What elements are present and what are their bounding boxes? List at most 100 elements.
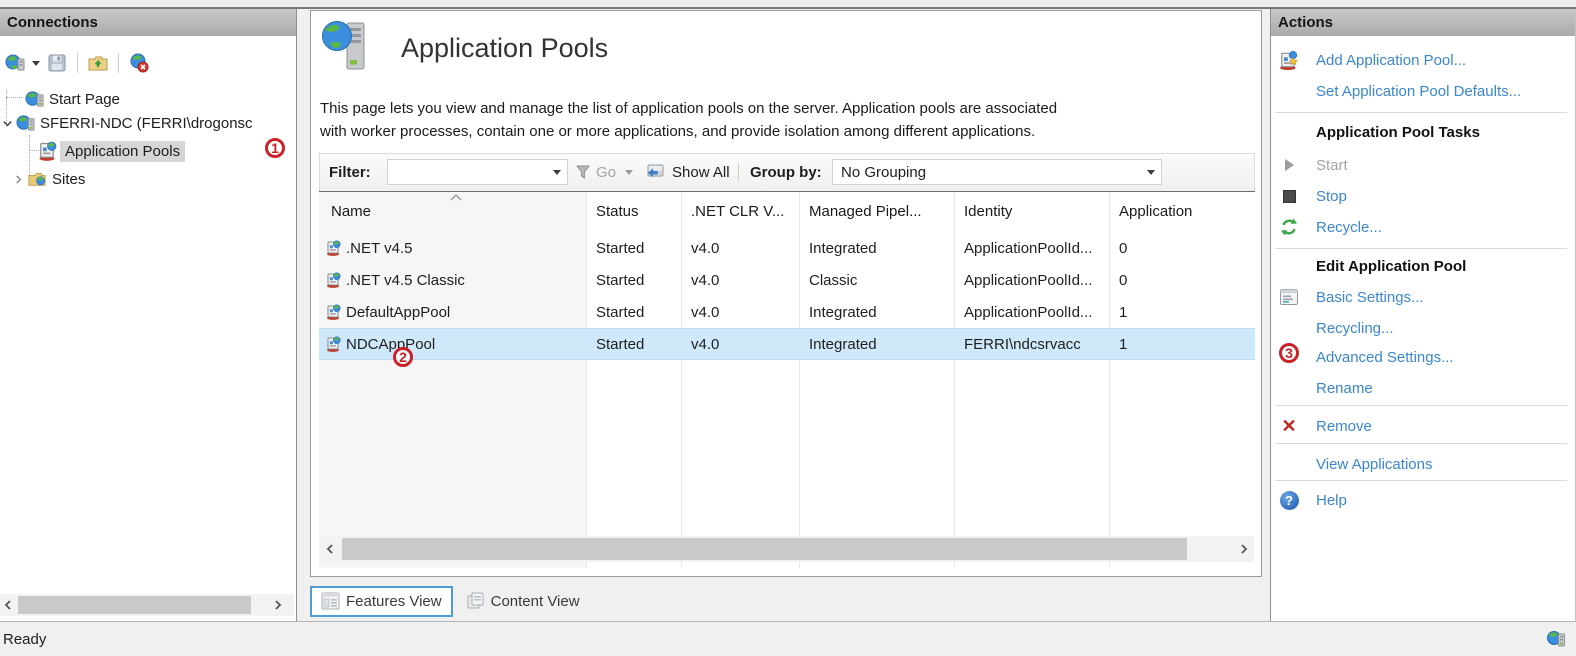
scroll-left-arrow[interactable] <box>0 594 16 616</box>
delete-connection-button[interactable] <box>126 50 152 76</box>
tab-label: Content View <box>491 593 580 610</box>
column-header-status[interactable]: Status <box>586 192 681 230</box>
chevron-collapsed-icon[interactable] <box>13 174 24 185</box>
action-recycling[interactable]: Recycling... <box>1271 317 1575 339</box>
actions-divider <box>1275 480 1567 481</box>
filter-toolbar: Filter: Go <box>319 153 1255 191</box>
scrollbar-thumb[interactable] <box>342 538 1187 560</box>
column-header-pipeline[interactable]: Managed Pipel... <box>799 192 954 230</box>
tab-features-view[interactable]: Features View <box>310 586 453 617</box>
pool-apps: 1 <box>1109 329 1255 359</box>
stop-icon <box>1283 190 1296 203</box>
pool-apps: 1 <box>1109 296 1255 328</box>
remove-icon <box>1281 416 1296 437</box>
group-by-select[interactable]: No Grouping <box>832 159 1162 185</box>
scroll-left-arrow[interactable] <box>322 536 338 562</box>
column-header-clr-version[interactable]: .NET CLR V... <box>681 192 799 230</box>
action-start: Start <box>1271 154 1575 176</box>
action-rename[interactable]: Rename <box>1271 377 1575 399</box>
group-by-caret[interactable] <box>1147 170 1155 175</box>
filter-label: Filter: <box>329 154 371 190</box>
show-all-button[interactable]: Show All <box>645 154 730 190</box>
group-by-label: Group by: <box>750 154 822 190</box>
annotation-step-3: 3 <box>1279 343 1299 363</box>
actions-section-edit: Edit Application Pool <box>1271 255 1575 277</box>
tab-content-view[interactable]: Content View <box>457 586 589 617</box>
actions-title: Actions <box>1278 14 1333 31</box>
pool-name: DefaultAppPool <box>346 304 450 321</box>
pool-identity: ApplicationPoolId... <box>954 232 1109 264</box>
sites-icon <box>27 170 47 188</box>
pool-name: .NET v4.5 Classic <box>346 272 465 289</box>
pool-pipeline: Classic <box>799 264 954 296</box>
tab-label: Features View <box>346 593 442 610</box>
column-header-identity[interactable]: Identity <box>954 192 1109 230</box>
toolbar-separator <box>118 53 119 73</box>
filter-dropdown-caret[interactable] <box>553 170 561 175</box>
go-dropdown-caret[interactable] <box>625 170 633 175</box>
action-remove[interactable]: Remove <box>1271 415 1575 437</box>
table-row[interactable]: DefaultAppPool Started v4.0 Integrated A… <box>319 296 1255 328</box>
chevron-expanded-icon[interactable] <box>2 118 13 129</box>
filter-input[interactable] <box>387 159 568 185</box>
pool-identity: ApplicationPoolId... <box>954 264 1109 296</box>
scroll-right-arrow[interactable] <box>1236 536 1252 562</box>
tree-item-server[interactable]: SFERRI-NDC (FERRI\drogonsc <box>2 112 253 134</box>
action-basic-settings[interactable]: Basic Settings... <box>1271 286 1575 308</box>
annotation-number: 1 <box>271 141 279 155</box>
application-pools-page: Application Pools This page lets you vie… <box>310 10 1262 577</box>
actions-divider <box>1275 443 1567 444</box>
pool-clr: v4.0 <box>681 329 799 359</box>
application-pools-page-icon <box>321 19 369 75</box>
app-pool-icon <box>325 272 341 288</box>
up-level-button[interactable] <box>85 50 111 76</box>
tree-item-sites[interactable]: Sites <box>13 168 85 190</box>
pool-identity: FERRI\ndcsrvacc <box>954 329 1109 359</box>
scrollbar-thumb[interactable] <box>18 596 251 614</box>
application-pools-icon <box>37 141 57 161</box>
status-server-icon <box>1546 629 1566 653</box>
actions-panel: Actions Add Application Pool... Set Appl… <box>1270 9 1576 621</box>
action-stop[interactable]: Stop <box>1271 185 1575 207</box>
tree-item-application-pools[interactable]: Application Pools <box>37 139 185 163</box>
tree-item-label: SFERRI-NDC (FERRI\drogonsc <box>40 115 253 132</box>
connect-dropdown-caret[interactable] <box>32 61 40 66</box>
action-add-application-pool[interactable]: Add Application Pool... <box>1271 49 1575 71</box>
pool-pipeline: Integrated <box>799 296 954 328</box>
action-advanced-settings[interactable]: Advanced Settings... <box>1271 346 1575 368</box>
list-horizontal-scrollbar[interactable] <box>320 536 1254 562</box>
sort-ascending-icon <box>449 194 463 202</box>
column-header-applications[interactable]: Application <box>1109 192 1255 230</box>
go-button[interactable]: Go <box>575 154 633 190</box>
connect-globe-icon <box>5 53 25 73</box>
group-by-value: No Grouping <box>841 164 926 181</box>
list-header-row: Name Status .NET CLR V... Managed Pipel.… <box>319 192 1255 230</box>
connections-panel: Connections <box>0 9 297 621</box>
annotation-step-1: 1 <box>265 138 285 158</box>
pool-clr: v4.0 <box>681 232 799 264</box>
app-pool-icon <box>325 304 341 320</box>
connections-horizontal-scrollbar[interactable] <box>0 594 294 616</box>
save-connection-button[interactable] <box>44 50 70 76</box>
action-recycle[interactable]: Recycle... <box>1271 216 1575 238</box>
pool-name: NDCAppPool <box>346 336 435 353</box>
delete-connection-icon <box>129 53 149 73</box>
scroll-right-arrow[interactable] <box>270 594 286 616</box>
action-view-applications[interactable]: View Applications <box>1271 453 1575 475</box>
actions-divider <box>1275 248 1567 249</box>
help-icon <box>1280 491 1299 510</box>
go-label: Go <box>596 164 616 181</box>
tree-connector <box>6 97 22 98</box>
table-row[interactable]: .NET v4.5 Started v4.0 Integrated Applic… <box>319 232 1255 264</box>
create-connection-button[interactable] <box>2 50 28 76</box>
tree-item-label: Start Page <box>49 91 120 108</box>
actions-divider <box>1275 405 1567 406</box>
tree-item-start-page[interactable]: Start Page <box>25 88 120 110</box>
table-row-selected[interactable]: NDCAppPool Started v4.0 Integrated FERRI… <box>319 328 1255 360</box>
action-help[interactable]: Help <box>1271 489 1575 511</box>
server-icon <box>16 114 35 133</box>
pool-status: Started <box>586 264 681 296</box>
table-row[interactable]: .NET v4.5 Classic Started v4.0 Classic A… <box>319 264 1255 296</box>
folder-up-icon <box>87 53 109 73</box>
action-set-application-pool-defaults[interactable]: Set Application Pool Defaults... <box>1271 80 1575 102</box>
